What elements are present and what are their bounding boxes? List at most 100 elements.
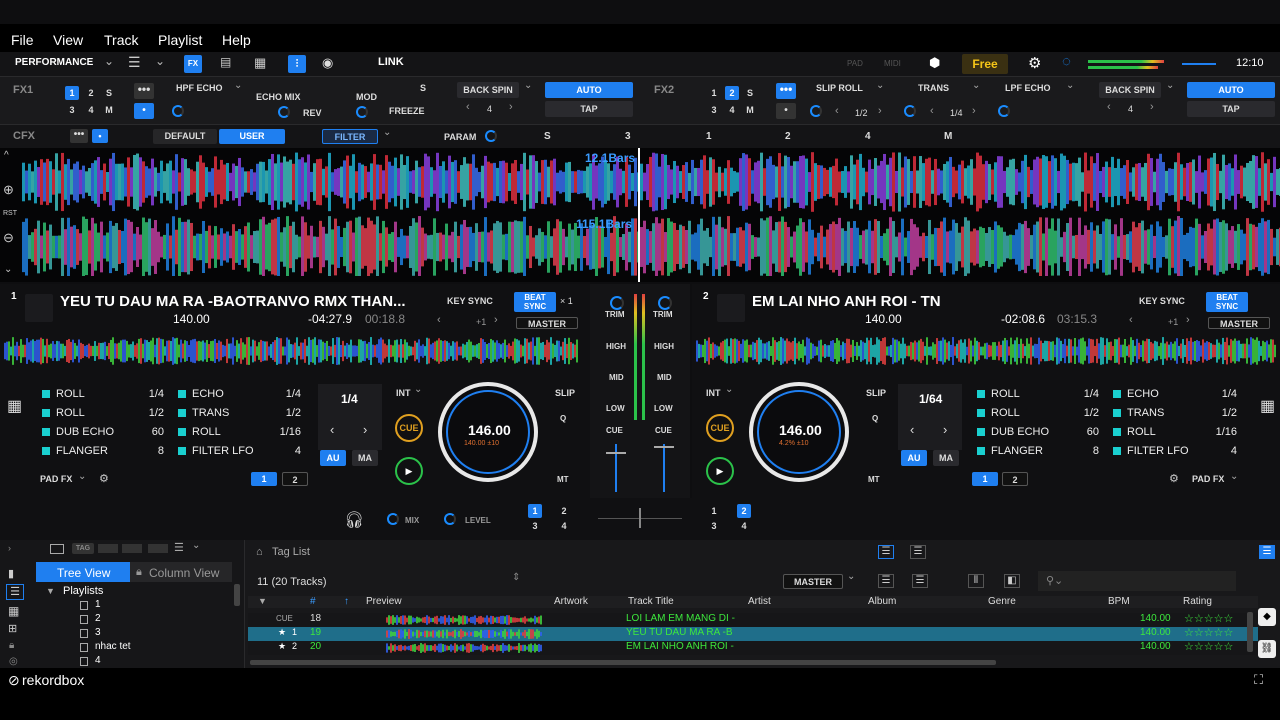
grid-icon[interactable]: ▦ [8,604,19,618]
grid-icon[interactable]: ▦ [1260,396,1275,416]
lock-icon[interactable]: 🔒︎ [9,640,14,651]
deck2-overview-waveform[interactable] [696,337,1276,365]
deck1-pad-page-1[interactable]: 1 [251,472,277,486]
deck-select-1[interactable]: 1 [528,504,542,518]
fx1-backspin[interactable]: BACK SPIN [457,82,519,98]
layout-menu-icon[interactable]: ☰ [128,54,141,71]
sort-asc-icon[interactable]: ↑ [344,596,349,607]
chevron-right-icon[interactable]: › [8,543,11,553]
chevron-up-icon[interactable]: ^ [4,150,9,161]
columns-icon[interactable]: ⦀ [968,574,984,588]
view-toggle-2[interactable] [122,544,142,553]
fader-cap-1[interactable] [606,452,626,454]
chevron-down-icon[interactable]: ⌄ [972,80,980,91]
fx1-slot2[interactable]: ECHO MIX [256,92,301,102]
tree-scrollbar[interactable] [234,584,240,606]
chevron-left-icon[interactable]: ‹ [1129,314,1133,326]
deck2-ma[interactable]: MA [933,450,959,466]
col-artist[interactable]: Artist [748,596,771,607]
tree-item[interactable]: 4 [95,655,101,666]
search-input[interactable]: ⚲⌄ [1038,571,1236,591]
chevron-down-icon[interactable]: ⌄ [414,384,422,395]
chevron-down-icon[interactable]: ⌄ [78,471,86,482]
deck-select-2[interactable]: 2 [557,504,571,518]
row-rating-stars[interactable]: ☆☆☆☆☆ [1184,626,1233,639]
pad[interactable]: DUB ECHO 60 [977,426,1099,444]
trim-knob-1[interactable] [610,296,624,310]
chevron-down-icon[interactable]: ⌄ [234,80,242,91]
history-icon[interactable]: ◎ [9,656,18,667]
col-album[interactable]: Album [868,596,896,607]
split-icon[interactable]: ◧ [1004,574,1020,588]
deck1-padfx[interactable]: PAD FX [40,474,72,484]
mixer-cue-1[interactable]: CUE [606,426,623,435]
deck2-keysync[interactable]: KEY SYNC [1139,296,1185,306]
tree-item[interactable]: 3 [95,627,101,638]
fx2-deck-2[interactable]: 2 [725,86,739,100]
fx1-deck-4[interactable]: 4 [84,103,98,117]
fullscreen-icon[interactable]: ⛶ [1254,672,1263,688]
cfx-on-button[interactable]: • [92,129,108,143]
plan-badge[interactable]: Free [962,54,1008,74]
deck1-quantize[interactable]: Q [560,414,566,423]
chevron-left-icon[interactable]: ‹ [1107,101,1111,113]
pad[interactable]: ROLL 1/16 [178,426,301,444]
deck1-master[interactable]: MASTER [516,317,578,329]
fx1-deck-1[interactable]: 1 [65,86,79,100]
col-rating[interactable]: Rating [1183,596,1212,607]
list-detail-icon[interactable]: ☰ [912,574,928,588]
sampler-icon[interactable]: ⊞ [8,622,17,635]
deck1-pad-page-2[interactable]: 2 [282,472,308,486]
deck1-jog[interactable]: 146.00 140.00 ±10 [438,382,538,482]
chevron-left-icon[interactable]: ‹ [835,105,839,117]
deck2-au[interactable]: AU [901,450,927,466]
row-preview-waveform[interactable] [386,629,542,639]
pad[interactable]: FLANGER 8 [42,445,164,463]
row-preview-waveform[interactable] [386,615,542,625]
row-rating-stars[interactable]: ☆☆☆☆☆ [1184,640,1233,653]
chevron-down-icon[interactable]: ⌄ [104,54,114,68]
deck2-padfx[interactable]: PAD FX [1192,474,1224,484]
master-volume-slider[interactable] [1182,63,1216,65]
pad[interactable]: FLANGER 8 [977,445,1099,463]
pad[interactable]: FILTER LFO 4 [178,445,301,463]
fx2-on-button[interactable]: • [776,103,796,119]
pad[interactable]: TRANS 1/2 [178,407,301,425]
playlist-icon[interactable]: ☰ [6,584,24,600]
fx2-deck-3[interactable]: 3 [707,103,721,117]
sync-icon[interactable]: ◌ [1062,53,1071,70]
crossfader-cap[interactable] [639,508,641,528]
fx2-backspin[interactable]: BACK SPIN [1099,82,1161,98]
record-icon[interactable]: ◉ [322,55,333,71]
deck2-pad-page-2[interactable]: 2 [1002,472,1028,486]
deck-select-right-2[interactable]: 2 [737,504,751,518]
deck-select-3[interactable]: 3 [528,519,542,533]
list-icon[interactable]: ☰ [174,541,184,554]
chevron-left-icon[interactable]: ‹ [437,314,441,326]
deck1-beatsync[interactable]: BEAT SYNC [514,292,556,312]
chevron-left-icon[interactable]: ‹ [466,101,470,113]
fx1-knob1[interactable] [172,105,184,117]
cfx-s[interactable]: S [544,131,551,142]
cfx-4[interactable]: 4 [865,131,871,142]
chevron-down-icon[interactable]: ⌄ [847,571,855,582]
caret-down-icon[interactable]: ▼ [46,586,55,596]
chevron-right-icon[interactable]: › [972,105,976,117]
list-icon[interactable]: ☰ [878,574,894,588]
deck2-cue-button[interactable]: CUE [706,414,734,442]
list-icon[interactable]: ☰ [878,545,894,559]
deck2-beatsync[interactable]: BEAT SYNC [1206,292,1248,312]
deck-select-4[interactable]: 4 [557,519,571,533]
tab-tree-view[interactable]: Tree View [36,562,130,582]
deck1-mt[interactable]: MT [557,475,569,484]
deck2-slip[interactable]: SLIP [866,388,886,398]
fx2-deck-s[interactable]: S [743,86,757,100]
fx2-deck-m[interactable]: M [743,103,757,117]
pad[interactable]: ROLL 1/16 [1113,426,1237,444]
tag-list-label[interactable]: Tag List [272,546,310,558]
deck-select-right-3[interactable]: 3 [707,519,721,533]
more-icon[interactable]: ••• [134,83,154,99]
trim-knob-2[interactable] [658,296,672,310]
more-icon[interactable]: ••• [70,129,88,143]
menu-track[interactable]: Track [104,32,138,48]
